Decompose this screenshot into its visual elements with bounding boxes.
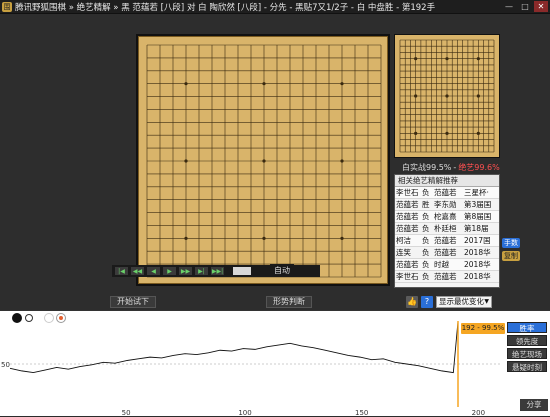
maximize-icon[interactable]: □ [518, 1, 532, 12]
last-move-button[interactable]: ▶▶| [211, 267, 224, 275]
variation-select-value: 显示最优变化 [439, 297, 484, 306]
kifu-cell-result: 负 [421, 234, 433, 247]
jump-move-button[interactable]: 手数 [502, 238, 520, 248]
kifu-row[interactable]: 范蕴若负朴廷桓 第18届 [395, 222, 499, 235]
graph-mode-live[interactable]: 绝艺现场 [507, 348, 547, 359]
kifu-row[interactable]: 范蕴若胜李东勋 第3届国 [395, 198, 499, 211]
ai-winrate: 绝艺99.6% [458, 162, 500, 172]
kifu-recommend-panel: 相关绝艺精解推荐 李世石负范蕴若 三星杯· 范蕴若胜李东勋 第3届国 范蕴若负柁嘉熹 第8… [394, 174, 500, 288]
graph-legend [12, 313, 65, 323]
kifu-cell-result: 负 [421, 222, 433, 235]
minimize-icon[interactable]: — [502, 1, 516, 12]
go-board-frame [136, 34, 390, 286]
title-bar: 围 腾讯野狐围棋 » 绝艺精解 » 黑 范蕴若 [八段] 对 白 陶欣然 [八段… [0, 0, 550, 14]
actual-winrate: 白实战99.5% [402, 162, 452, 172]
help-icon[interactable]: ? [421, 296, 433, 308]
kifu-cell-result: 负 [421, 258, 433, 271]
kifu-cell-event: 第8届国 [463, 210, 499, 223]
kifu-cell-player: 李世石 [395, 270, 421, 283]
kifu-header: 相关绝艺精解推荐 [395, 175, 499, 187]
variation-select[interactable]: 显示最优变化 ▼ [436, 296, 492, 308]
white-stone-icon[interactable] [44, 313, 54, 323]
y-tick-label: 50 [1, 361, 10, 369]
black-stone-icon[interactable] [12, 313, 22, 323]
chevron-down-icon: ▼ [484, 298, 489, 305]
mini-board[interactable] [395, 35, 499, 157]
kifu-row[interactable]: 柯洁负范蕴若 2017国 [395, 234, 499, 247]
kifu-cell-player: 连笑 [395, 246, 421, 259]
go-board[interactable] [138, 36, 388, 284]
judge-position-button[interactable]: 形势判断 [266, 296, 312, 308]
kifu-cell-event: 2018华 [463, 270, 499, 283]
mini-board-grid [399, 39, 495, 153]
close-icon[interactable]: ✕ [534, 1, 548, 12]
move-slider[interactable] [233, 267, 251, 275]
kifu-cell-opponent: 范蕴若 [433, 270, 463, 283]
side-buttons: 手数 复制 [502, 238, 520, 261]
kifu-cell-opponent: 朴廷桓 [433, 222, 463, 235]
prev-button[interactable]: ◀ [147, 267, 160, 275]
kifu-cell-player: 柯洁 [395, 234, 421, 247]
prev10-button[interactable]: ◀◀ [131, 267, 144, 275]
start-trial-button[interactable]: 开始试下 [110, 296, 156, 308]
kifu-cell-player: 范蕴若 [395, 210, 421, 223]
kifu-row[interactable]: 范蕴若负时越 2018华 [395, 258, 499, 271]
kifu-cell-event: 三星杯· [463, 187, 499, 199]
winrate-series-line [9, 321, 459, 374]
graph-tooltip: 192 - 99.5% [461, 323, 505, 334]
next10-button[interactable]: ▶| [195, 267, 208, 275]
copy-button[interactable]: 复制 [502, 251, 520, 261]
next-button[interactable]: ▶▶ [179, 267, 192, 275]
first-move-button[interactable]: |◀ [115, 267, 128, 275]
kifu-cell-player: 李世石 [395, 187, 421, 199]
kifu-row[interactable]: 范蕴若负柁嘉熹 第8届国 [395, 210, 499, 223]
kifu-cell-opponent: 范蕴若 [433, 234, 463, 247]
kifu-cell-event: 2017国 [463, 234, 499, 247]
go-board-grid [146, 44, 382, 278]
kifu-cell-player: 范蕴若 [395, 258, 421, 271]
window-controls: — □ ✕ [502, 1, 548, 12]
graph-mode-winrate[interactable]: 胜率 [507, 322, 547, 333]
kifu-row[interactable]: 李世石负范蕴若 三星杯· [395, 187, 499, 199]
kifu-cell-result: 负 [421, 270, 433, 283]
kifu-cell-event: 2018华 [463, 246, 499, 259]
kifu-cell-opponent: 李东勋 [433, 198, 463, 211]
kifu-cell-opponent: 柁嘉熹 [433, 210, 463, 223]
play-button[interactable]: ▶ [163, 267, 176, 275]
kifu-cell-result: 负 [421, 246, 433, 259]
kifu-table: 李世石负范蕴若 三星杯· 范蕴若胜李东勋 第3届国 范蕴若负柁嘉熹 第8届国 范蕴若负朴廷桓… [395, 187, 499, 283]
ring-icon[interactable] [25, 314, 33, 322]
kifu-cell-event: 第3届国 [463, 198, 499, 211]
window-title: 腾讯野狐围棋 » 绝艺精解 » 黑 范蕴若 [八段] 对 白 陶欣然 [八段] … [15, 2, 436, 13]
kifu-cell-player: 范蕴若 [395, 198, 421, 211]
app-logo-icon: 围 [2, 1, 12, 12]
kifu-cell-result: 负 [421, 187, 433, 199]
kifu-cell-opponent: 范蕴若 [433, 246, 463, 259]
thumbs-up-icon[interactable]: 👍 [406, 296, 418, 308]
autoplay-button[interactable]: 自动 [270, 264, 294, 277]
graph-mode-lead[interactable]: 领先度 [507, 335, 547, 346]
mini-board-frame [394, 34, 500, 158]
kifu-cell-result: 胜 [421, 198, 433, 211]
kifu-cell-opponent: 范蕴若 [433, 187, 463, 199]
kifu-cell-opponent: 时越 [433, 258, 463, 271]
kifu-row[interactable]: 连笑负范蕴若 2018华 [395, 246, 499, 259]
winrate-separator: - [453, 162, 457, 172]
kifu-cell-player: 范蕴若 [395, 222, 421, 235]
winrate-summary: 白实战99.5% - 绝艺99.6% [394, 161, 500, 173]
kifu-row[interactable]: 李世石负范蕴若 2018华 [395, 270, 499, 283]
red-marker-icon[interactable] [57, 314, 65, 322]
graph-mode-suspense[interactable]: 悬疑时刻 [507, 361, 547, 372]
kifu-cell-event: 第18届 [463, 222, 499, 235]
kifu-cell-result: 负 [421, 210, 433, 223]
kifu-cell-event: 2018华 [463, 258, 499, 271]
share-button[interactable]: 分享 [520, 399, 548, 411]
graph-mode-buttons: 胜率 领先度 绝艺现场 悬疑时刻 [507, 322, 547, 372]
